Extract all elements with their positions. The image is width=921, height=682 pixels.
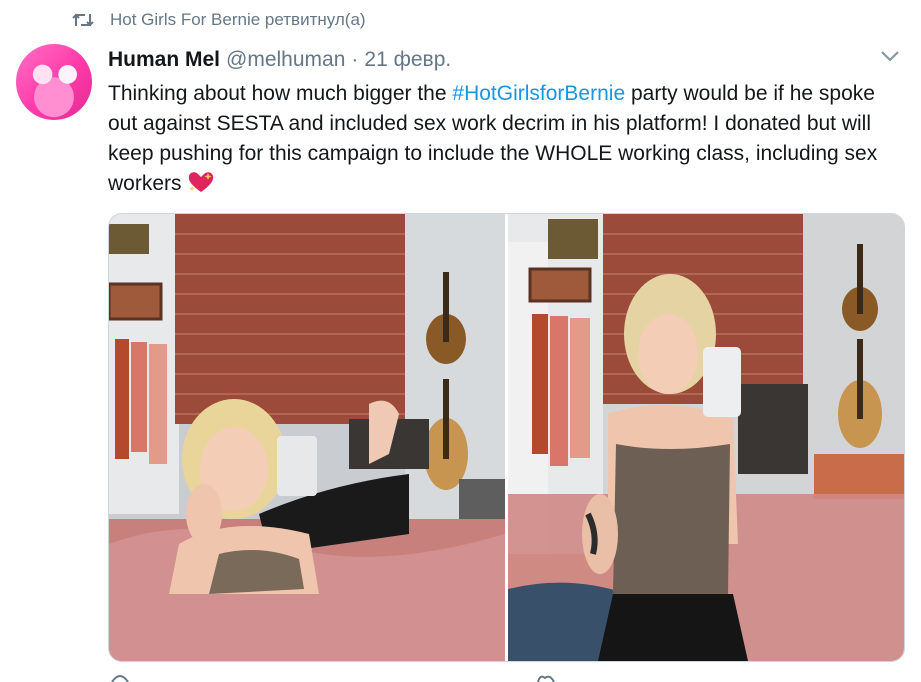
photo-image [508, 214, 904, 661]
hashtag-link[interactable]: #HotGirlsforBernie [452, 82, 625, 105]
photo-mirror-selfie[interactable] [508, 214, 904, 661]
tweet-media[interactable] [108, 213, 905, 662]
tweet-date[interactable]: 21 февр. [364, 47, 451, 73]
separator: · [351, 48, 359, 71]
author-name[interactable]: Human Mel [108, 47, 220, 73]
tweet-text: Thinking about how much bigger the #HotG… [108, 79, 908, 199]
tweet-actions [108, 672, 903, 682]
retweet-context[interactable]: Hot Girls For Bernie ретвитнул(а) [72, 10, 366, 30]
chevron-down-icon[interactable] [879, 49, 901, 63]
avatar[interactable] [16, 44, 92, 120]
tweet-text-part: Thinking about how much bigger the [108, 82, 453, 105]
tweet-header: Human Mel @melhuman · 21 февр. [108, 47, 451, 73]
sparkling-heart-emoji [189, 172, 214, 192]
retweet-label[interactable]: Hot Girls For Bernie ретвитнул(а) [110, 10, 366, 30]
author-handle[interactable]: @melhuman [226, 47, 345, 73]
photo-image [109, 214, 505, 661]
retweet-icon [72, 13, 94, 27]
like-icon[interactable] [536, 672, 556, 682]
reply-icon[interactable] [110, 672, 130, 682]
photo-lying-on-bed[interactable] [109, 214, 505, 661]
